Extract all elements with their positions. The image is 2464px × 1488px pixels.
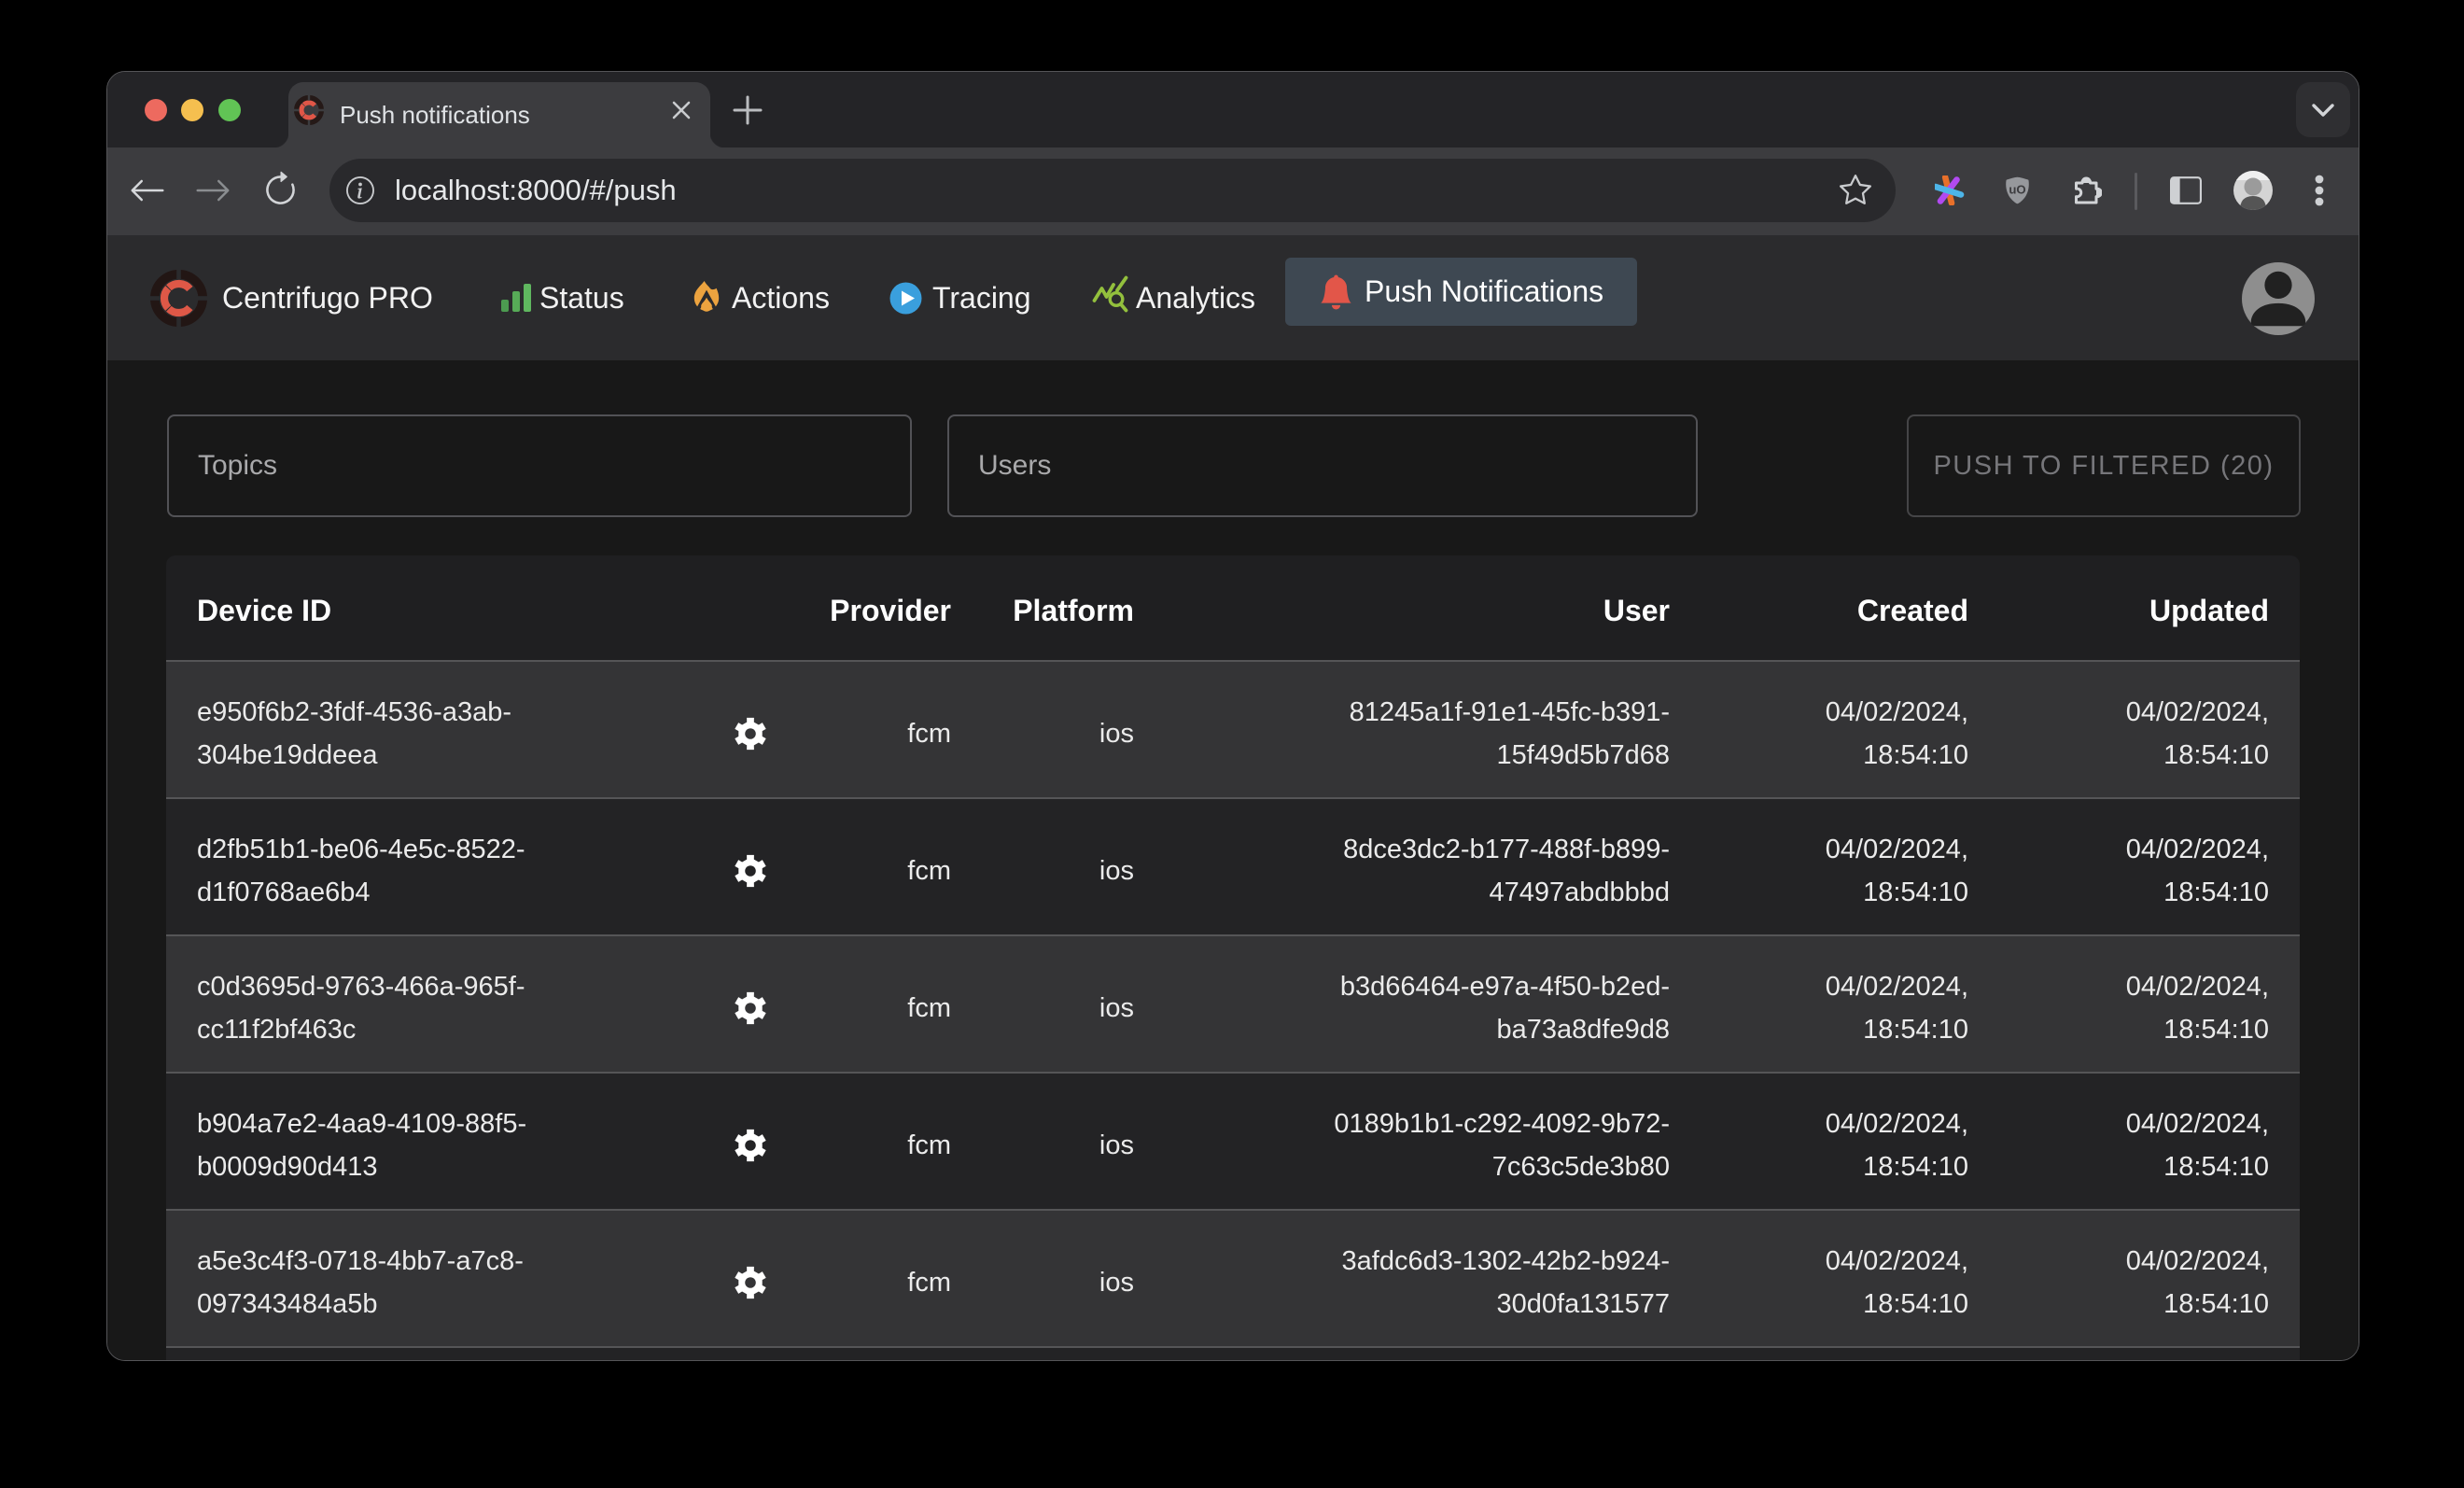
svg-text:uO: uO: [2009, 183, 2025, 197]
